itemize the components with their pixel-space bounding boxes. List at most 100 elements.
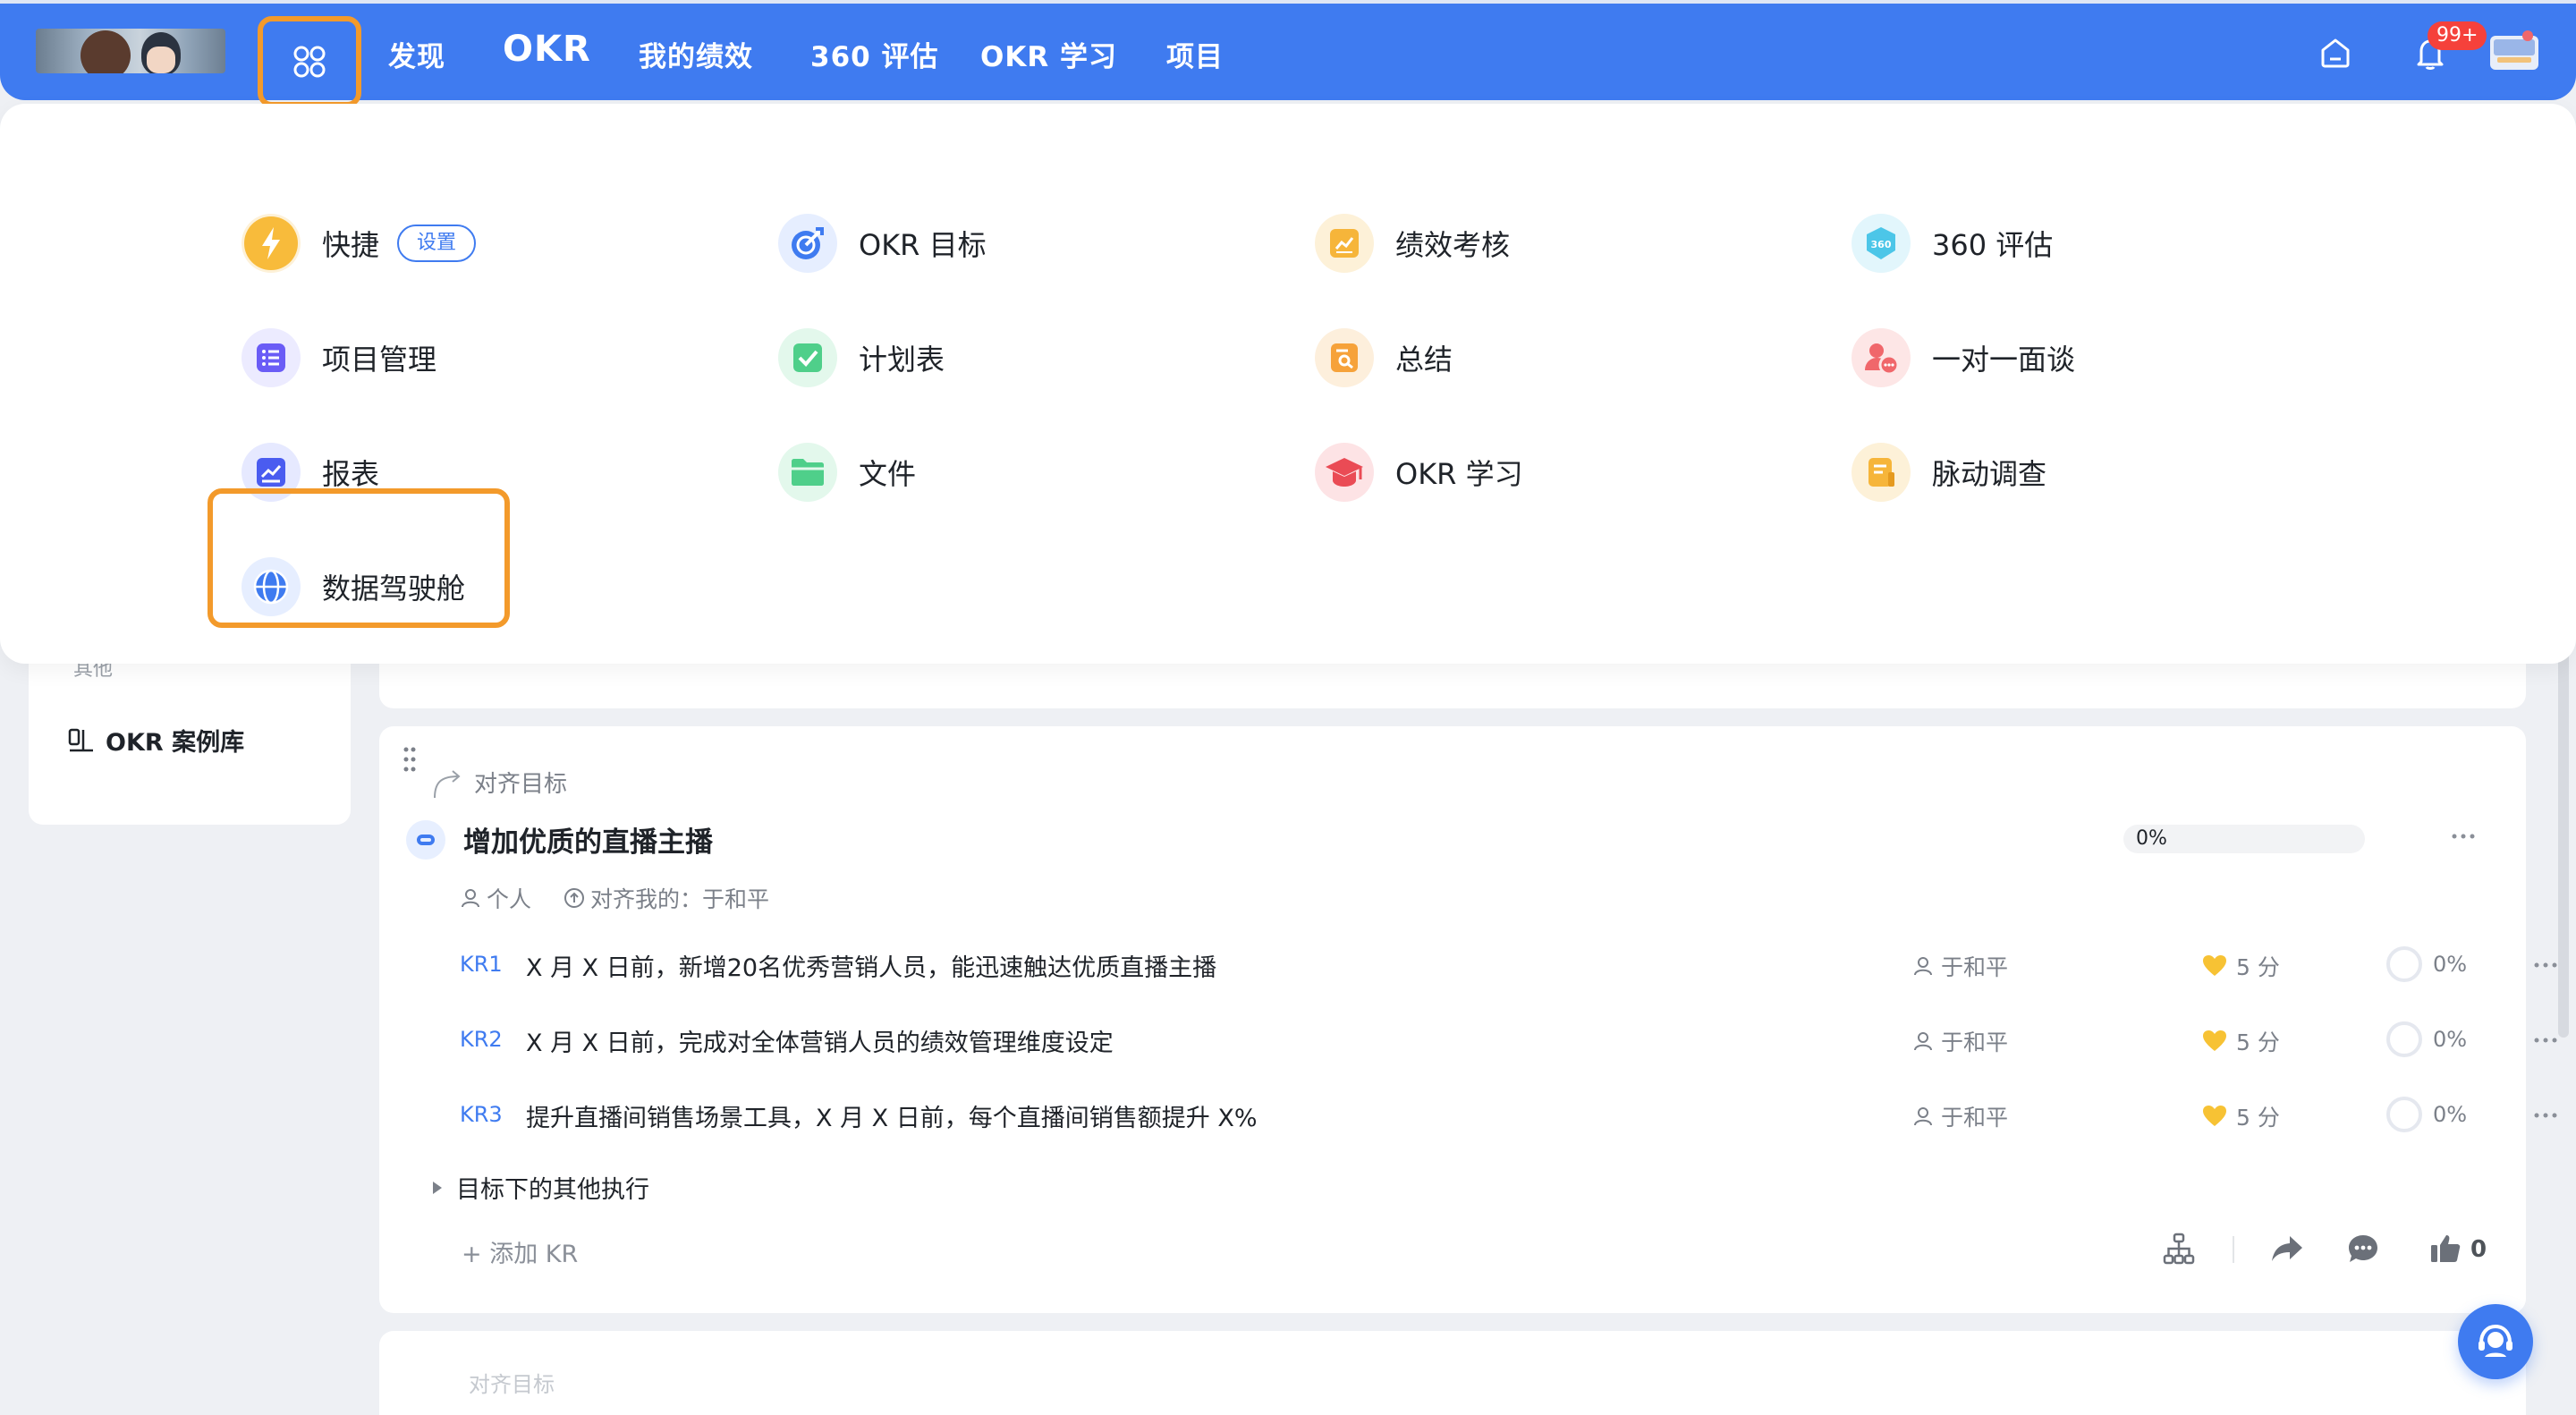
top-navigation-bar: 发现 OKR 我的绩效 360 评估 OKR 学习 项目 99+ <box>0 0 2576 107</box>
align-label: 对齐目标 <box>474 770 568 798</box>
kr-code: KR2 <box>460 1027 503 1052</box>
objective-more-icon[interactable] <box>2451 832 2476 841</box>
chat-person-icon <box>1852 328 1911 387</box>
like-count: 0 <box>2470 1236 2487 1263</box>
menu-item-files[interactable]: 文件 <box>778 442 916 503</box>
nav-my-performance[interactable]: 我的绩效 <box>639 34 753 74</box>
app-grid-button[interactable] <box>258 16 361 107</box>
kr-code: KR3 <box>460 1102 503 1127</box>
user-banner-avatar[interactable] <box>36 29 225 73</box>
progress-ring-icon <box>2386 946 2422 982</box>
heart-icon <box>2203 955 2226 976</box>
data-cockpit-highlight <box>208 488 510 628</box>
progress-ring-icon <box>2386 1021 2422 1057</box>
nav-okr[interactable]: OKR <box>503 29 591 70</box>
kr-row[interactable]: KR3 提升直播间销售场景工具，X 月 X 日前，每个直播间销售额提升 X% 于… <box>460 1097 2557 1134</box>
menu-item-okr-goals[interactable]: OKR 目标 <box>778 213 987 274</box>
notification-badge: 99+ <box>2428 21 2487 50</box>
kr-owner[interactable]: 于和平 <box>1912 1025 2008 1057</box>
nav-projects[interactable]: 项目 <box>1166 34 1224 74</box>
next-align-label: 对齐目标 <box>469 1372 555 1397</box>
shortcut-settings-button[interactable]: 设置 <box>397 225 477 262</box>
menu-item-performance-review[interactable]: 绩效考核 <box>1315 213 1510 274</box>
svg-text:360: 360 <box>1871 239 1892 250</box>
menu-item-shortcuts[interactable]: 快捷 设置 <box>242 213 477 274</box>
kr-owner[interactable]: 于和平 <box>1912 1100 2008 1132</box>
objective-meta: 个人 对齐我的：于和平 <box>460 882 801 914</box>
add-kr-button[interactable]: + 添加 KR <box>462 1234 578 1269</box>
person-icon <box>462 889 479 908</box>
org-tree-icon[interactable] <box>2163 1233 2195 1265</box>
comment-icon[interactable] <box>2347 1233 2379 1265</box>
action-divider <box>2233 1236 2234 1263</box>
menu-item-schedule[interactable]: 计划表 <box>778 327 945 388</box>
objective-status-icon <box>406 819 445 860</box>
kr-more-icon[interactable] <box>2533 1036 2558 1045</box>
nav-360-review[interactable]: 360 评估 <box>810 34 939 74</box>
progress-ring-icon <box>2386 1097 2422 1132</box>
sidebar-item-case-library[interactable]: OKR 案例库 <box>68 723 244 758</box>
kr-owner[interactable]: 于和平 <box>1912 950 2008 982</box>
align-up-icon <box>564 888 585 908</box>
objective-type: 个人 <box>460 882 531 914</box>
objective-progress-bar: 0% <box>2123 825 2365 853</box>
kr-text[interactable]: 提升直播间销售场景工具，X 月 X 日前，每个直播间销售额提升 X% <box>526 1098 1257 1133</box>
kr-progress[interactable]: 0% <box>2386 1021 2467 1057</box>
heart-icon <box>2203 1106 2226 1126</box>
heart-icon <box>2203 1030 2226 1051</box>
summary-search-icon <box>1315 328 1374 387</box>
thumbs-up-icon[interactable] <box>2429 1233 2462 1265</box>
kr-text[interactable]: X 月 X 日前，新增20名优秀营销人员，能迅速触达优质直播主播 <box>526 948 1216 983</box>
target-icon <box>778 214 837 273</box>
align-arrow-icon <box>434 770 461 799</box>
person-icon <box>1914 1032 1932 1051</box>
menu-item-360-review[interactable]: 360 360 评估 <box>1852 213 2053 274</box>
performance-chart-icon <box>1315 214 1374 273</box>
share-icon[interactable] <box>2270 1233 2304 1265</box>
kr-row[interactable]: KR2 X 月 X 日前，完成对全体营销人员的绩效管理维度设定 于和平 5 分 … <box>460 1021 2557 1059</box>
list-icon <box>242 328 301 387</box>
objective-aligned-with[interactable]: 对齐我的：于和平 <box>564 882 769 914</box>
case-library-label: OKR 案例库 <box>106 729 245 757</box>
drag-handle-icon[interactable] <box>402 746 417 773</box>
home-icon[interactable] <box>2318 36 2352 70</box>
customer-service-button[interactable] <box>2458 1304 2533 1379</box>
kr-confidence[interactable]: 5 分 <box>2202 1025 2280 1057</box>
user-profile-avatar-icon[interactable] <box>2488 29 2540 75</box>
other-execution-toggle[interactable]: 目标下的其他执行 <box>433 1170 649 1205</box>
case-library-icon <box>68 728 93 751</box>
aligned-objective-link[interactable]: 对齐目标 <box>431 764 567 800</box>
menu-item-one-on-one[interactable]: 一对一面谈 <box>1852 327 2075 388</box>
headset-icon <box>2479 1324 2512 1357</box>
graduation-cap-icon <box>1315 443 1374 502</box>
kr-more-icon[interactable] <box>2533 1111 2558 1120</box>
kr-more-icon[interactable] <box>2533 961 2558 970</box>
objective-title-row[interactable]: 增加优质的直播主播 <box>406 819 713 860</box>
kr-confidence[interactable]: 5 分 <box>2202 950 2280 982</box>
scrollbar[interactable] <box>2558 626 2569 1038</box>
nav-okr-learning[interactable]: OKR 学习 <box>980 34 1117 74</box>
menu-item-okr-learning[interactable]: OKR 学习 <box>1315 442 1523 503</box>
folder-icon <box>778 443 837 502</box>
objective-card: 对齐目标 增加优质的直播主播 0% 个人 对齐我的：于和平 KR1 X 月 X … <box>379 726 2557 1313</box>
kr-row[interactable]: KR1 X 月 X 日前，新增20名优秀营销人员，能迅速触达优质直播主播 于和平… <box>460 946 2557 984</box>
objective-title[interactable]: 增加优质的直播主播 <box>463 819 713 860</box>
person-icon <box>1914 1107 1932 1126</box>
checkbox-icon <box>778 328 837 387</box>
360-badge-icon: 360 <box>1852 214 1911 273</box>
nav-discover[interactable]: 发现 <box>388 34 445 74</box>
lightning-icon <box>242 214 301 273</box>
menu-item-summary[interactable]: 总结 <box>1315 327 1453 388</box>
kr-progress[interactable]: 0% <box>2386 1097 2467 1132</box>
menu-item-project-management[interactable]: 项目管理 <box>242 327 436 388</box>
caret-right-icon <box>433 1181 442 1194</box>
person-icon <box>1914 957 1932 976</box>
menu-item-pulse-survey[interactable]: 脉动调查 <box>1852 442 2046 503</box>
kr-progress[interactable]: 0% <box>2386 946 2467 982</box>
kr-confidence[interactable]: 5 分 <box>2202 1100 2280 1132</box>
kr-text[interactable]: X 月 X 日前，完成对全体营销人员的绩效管理维度设定 <box>526 1023 1114 1058</box>
app-grid-icon <box>293 46 326 78</box>
survey-icon <box>1852 443 1911 502</box>
kr-code: KR1 <box>460 952 503 977</box>
objective-card-next: 对齐目标 <box>379 1331 2526 1415</box>
